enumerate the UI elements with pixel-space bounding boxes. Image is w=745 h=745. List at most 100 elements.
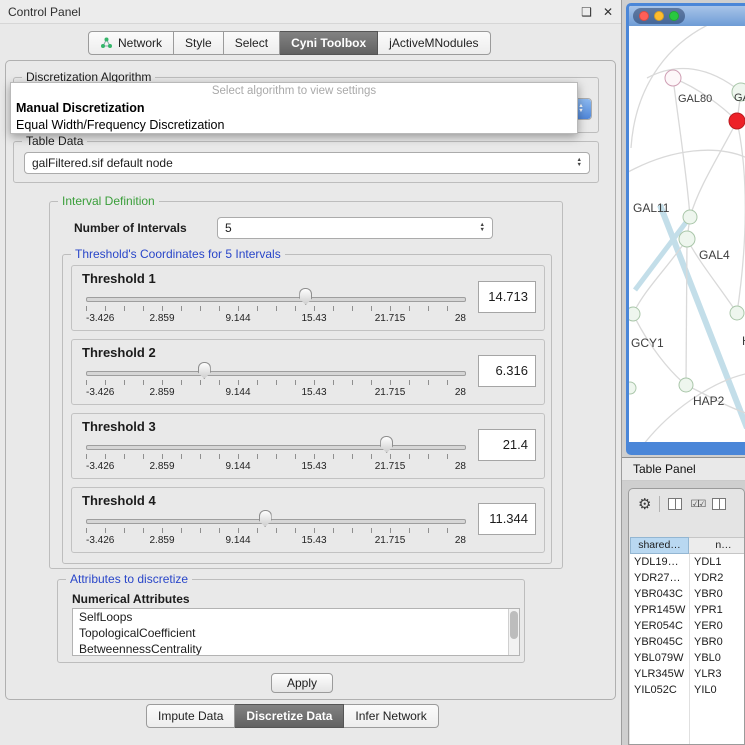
slider-thumb[interactable]: [198, 362, 211, 379]
table-row[interactable]: YBR045CYBR0: [630, 634, 744, 650]
cell-name[interactable]: YDR2: [689, 570, 723, 586]
arrow-down-icon: ▼: [577, 163, 582, 168]
tab-select[interactable]: Select: [224, 31, 280, 55]
attributes-list[interactable]: SelfLoops TopologicalCoefficient Between…: [72, 608, 520, 656]
table-row[interactable]: YDR27…YDR2: [630, 570, 744, 586]
threshold-slider[interactable]: -3.426 2.859 9.144 15.43 21.715 28: [86, 488, 466, 554]
table-row[interactable]: YBR043CYBR0: [630, 586, 744, 602]
cyni-toolbox-panel: Discretization Algorithm ▲ ▼ Table Data …: [5, 60, 616, 700]
slider-track[interactable]: [86, 445, 466, 450]
slider-track[interactable]: [86, 371, 466, 376]
threshold-value-field[interactable]: 6.316: [478, 355, 536, 387]
tab-style[interactable]: Style: [174, 31, 224, 55]
cell-name[interactable]: YPR1: [689, 602, 723, 618]
select-all-checkboxes-icon[interactable]: ☑☑: [690, 499, 704, 510]
table-row[interactable]: YIL052CYIL0: [630, 682, 744, 698]
table-row[interactable]: YPR145WYPR1: [630, 602, 744, 618]
column-header-shared-name[interactable]: shared…: [630, 537, 689, 554]
network-node[interactable]: [679, 231, 695, 247]
cell-shared-name[interactable]: YDR27…: [630, 570, 689, 586]
cell-name[interactable]: YBR0: [689, 634, 723, 650]
close-traffic-light-icon[interactable]: [639, 11, 649, 21]
table-row[interactable]: YDL19…YDL1: [630, 554, 744, 570]
cell-shared-name[interactable]: YDL19…: [630, 554, 689, 570]
cell-name[interactable]: YBL0: [689, 650, 721, 666]
zoom-traffic-light-icon[interactable]: [669, 11, 679, 21]
threshold-value-field[interactable]: 14.713: [478, 281, 536, 313]
tab-network[interactable]: Network: [88, 31, 174, 55]
table-header-row: shared… n…: [630, 537, 745, 554]
cell-shared-name[interactable]: YER054C: [630, 618, 689, 634]
slider-thumb[interactable]: [259, 510, 272, 527]
float-window-icon[interactable]: ❑: [581, 5, 592, 19]
network-node[interactable]: [679, 378, 693, 392]
network-node[interactable]: [730, 306, 744, 320]
tab-impute-data[interactable]: Impute Data: [146, 704, 235, 728]
column-header-name[interactable]: n…: [689, 537, 745, 554]
cell-shared-name[interactable]: YBR045C: [630, 634, 689, 650]
cell-shared-name[interactable]: YBL079W: [630, 650, 689, 666]
threshold-value-field[interactable]: 11.344: [478, 503, 536, 535]
network-node[interactable]: [683, 210, 697, 224]
threshold-slider[interactable]: -3.426 2.859 9.144 15.43 21.715 28: [86, 414, 466, 480]
gear-icon[interactable]: ⚙: [638, 495, 651, 513]
table-row[interactable]: YBL079WYBL0: [630, 650, 744, 666]
threshold-slider[interactable]: -3.426 2.859 9.144 15.43 21.715 28: [86, 266, 466, 332]
slider-ticks: [86, 380, 466, 385]
slider-thumb[interactable]: [299, 288, 312, 305]
table-row[interactable]: YER054CYER0: [630, 618, 744, 634]
network-node[interactable]: [665, 70, 681, 86]
tab-cyni-toolbox[interactable]: Cyni Toolbox: [280, 31, 378, 55]
network-window-titlebar[interactable]: [629, 6, 745, 26]
cell-name[interactable]: YER0: [689, 618, 723, 634]
slider-scale: -3.426 2.859 9.144 15.43 21.715 28: [86, 387, 466, 399]
thresholds-group: Threshold's Coordinates for 5 Intervals …: [62, 254, 552, 564]
threshold-slider[interactable]: -3.426 2.859 9.144 15.43 21.715 28: [86, 340, 466, 406]
scale-tick-label: -3.426: [86, 461, 114, 472]
selected-network-node[interactable]: [729, 113, 745, 129]
cell-shared-name[interactable]: YPR145W: [630, 602, 689, 618]
apply-button[interactable]: Apply: [271, 673, 333, 693]
list-item[interactable]: BetweennessCentrality: [73, 641, 519, 656]
columns-icon[interactable]: [668, 498, 682, 510]
network-node[interactable]: [629, 307, 640, 321]
network-node[interactable]: [629, 382, 636, 394]
list-item[interactable]: TopologicalCoefficient: [73, 625, 519, 641]
tab-discretize-data[interactable]: Discretize Data: [235, 704, 344, 728]
cell-shared-name[interactable]: YLR345W: [630, 666, 689, 682]
slider-ticks: [86, 528, 466, 533]
cell-name[interactable]: YBR0: [689, 586, 723, 602]
number-of-intervals-combobox[interactable]: 5 ▲ ▼: [217, 217, 493, 239]
table-mode-icon[interactable]: [712, 498, 726, 510]
table-data-combobox[interactable]: galFiltered.sif default node ▲ ▼: [24, 152, 590, 174]
scale-tick-label: 15.43: [301, 535, 326, 546]
scale-tick-label: 2.859: [149, 461, 174, 472]
tab-jactivemodules[interactable]: jActiveMNodules: [378, 31, 490, 55]
threshold-row: Threshold 2 -3.426 2.859 9.144 15.43 21.…: [71, 339, 545, 405]
node-label: HAP2: [693, 394, 725, 408]
table-row[interactable]: YLR345WYLR3: [630, 666, 744, 682]
slider-track[interactable]: [86, 519, 466, 524]
slider-scale: -3.426 2.859 9.144 15.43 21.715 28: [86, 535, 466, 547]
cell-shared-name[interactable]: YBR043C: [630, 586, 689, 602]
threshold-row: Threshold 4 -3.426 2.859 9.144 15.43 21.…: [71, 487, 545, 553]
scrollbar-thumb[interactable]: [510, 611, 518, 639]
slider-ticks: [86, 306, 466, 311]
close-icon[interactable]: ✕: [603, 5, 613, 19]
dropdown-option-equal-width[interactable]: Equal Width/Frequency Discretization: [11, 117, 577, 134]
list-scrollbar[interactable]: [508, 609, 519, 655]
cell-name[interactable]: YDL1: [689, 554, 722, 570]
cell-name[interactable]: YLR3: [689, 666, 722, 682]
minimize-traffic-light-icon[interactable]: [654, 11, 664, 21]
tab-infer-network[interactable]: Infer Network: [344, 704, 438, 728]
scale-tick-label: 2.859: [149, 387, 174, 398]
network-canvas[interactable]: GAL80 GA GAL11 GAL4 GCY1 HAP2 H: [629, 26, 745, 442]
slider-thumb[interactable]: [380, 436, 393, 453]
dropdown-option-manual[interactable]: Manual Discretization: [11, 100, 577, 117]
threshold-value-field[interactable]: 21.4: [478, 429, 536, 461]
list-item[interactable]: SelfLoops: [73, 609, 519, 625]
cell-name[interactable]: YIL0: [689, 682, 717, 698]
cell-shared-name[interactable]: YIL052C: [630, 682, 689, 698]
slider-track[interactable]: [86, 297, 466, 302]
stepper-down-icon: ▼: [578, 109, 583, 114]
